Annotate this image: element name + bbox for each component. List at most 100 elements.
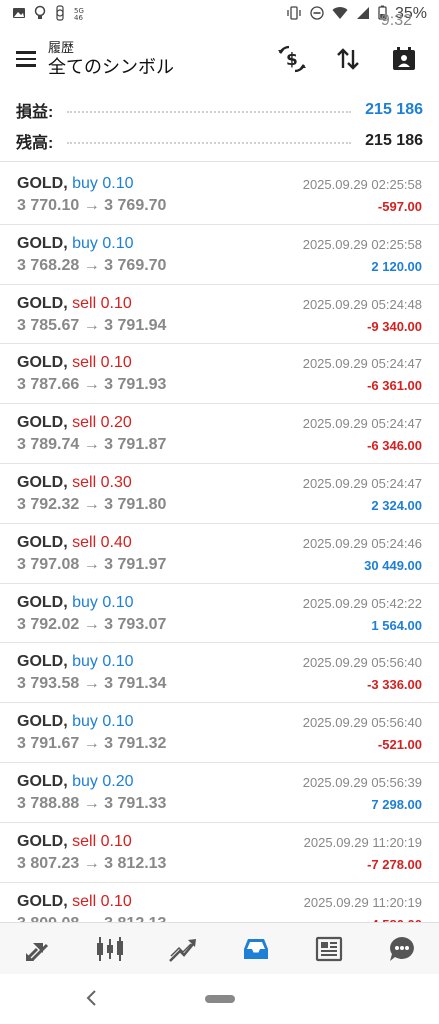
profit-value: 215 186: [365, 100, 423, 118]
news-tab[interactable]: [304, 927, 354, 971]
trade-symbol: GOLD,: [17, 593, 68, 611]
trade-row[interactable]: GOLD, sell 0.10 3 787.66 → 3 791.93 2025.0…: [0, 344, 439, 405]
trade-profit: -521.00: [377, 737, 422, 753]
profit-row: 損益: 215 186: [0, 94, 439, 125]
trade-row[interactable]: GOLD, sell 0.40 3 797.08 → 3 791.97 2025.0…: [0, 524, 439, 584]
status-icons-left: 5G 46: [12, 4, 88, 24]
trade-volume: 0.10: [102, 234, 134, 252]
trade-time: 2025.09.29 05:24:47: [302, 475, 422, 491]
back-button[interactable]: [80, 986, 104, 1010]
image-icon: [12, 6, 26, 23]
trade-side: sell: [72, 832, 97, 850]
bulb-icon: [34, 5, 46, 24]
trade-time: 2025.09.29 05:42:22: [302, 595, 422, 611]
chat-tab[interactable]: [377, 927, 427, 971]
trade-row[interactable]: GOLD, buy 0.10 3 770.10 → 3 769.70 2025.09…: [0, 165, 439, 225]
5g-icon: 5G 46: [74, 5, 88, 24]
trade-side: sell: [72, 354, 97, 372]
trade-time: 2025.09.29 11:20:19: [303, 894, 422, 910]
trade-prices: 3 809.08 → 3 812.13: [17, 915, 422, 922]
history-tab[interactable]: [231, 927, 281, 971]
trade-row[interactable]: GOLD, sell 0.10 3 807.23 → 3 812.13 2025.0…: [0, 823, 439, 883]
newspaper-icon: [316, 936, 343, 961]
trade-profit: -9 340.00: [367, 318, 422, 334]
trade-row[interactable]: GOLD, buy 0.10 3 792.02 → 3 793.07 2025.09…: [0, 584, 439, 644]
trade-side: sell: [72, 473, 97, 491]
trade-symbol: GOLD,: [17, 294, 68, 312]
trade-row[interactable]: GOLD, buy 0.10 3 793.58 → 3 791.34 2025.09…: [0, 643, 439, 704]
svg-text:46: 46: [74, 14, 83, 21]
trade-profit: -7 278.00: [367, 856, 422, 872]
currency-exchange-icon: $: [278, 45, 306, 73]
trade-row[interactable]: GOLD, sell 0.10 3 785.67 → 3 791.94 2025.0…: [0, 285, 439, 345]
calendar-button[interactable]: [379, 37, 429, 81]
bottom-nav: [0, 922, 439, 974]
trade-time: 2025.09.29 11:20:19: [303, 834, 422, 850]
inbox-icon: [244, 938, 269, 959]
trade-symbol: GOLD,: [17, 533, 68, 551]
trade-history-list[interactable]: GOLD, buy 0.10 3 770.10 → 3 769.70 2025.09…: [0, 165, 439, 922]
trade-side: buy: [72, 713, 98, 731]
trade-tab[interactable]: [158, 927, 208, 971]
quotes-tab[interactable]: [12, 927, 62, 971]
trade-prices: 3 792.02 → 3 793.07: [17, 615, 167, 633]
trade-prices: 3 807.23 → 3 812.13: [17, 854, 167, 872]
trade-symbol: GOLD,: [17, 713, 68, 731]
page-subtitle: 履歴: [48, 40, 75, 55]
chat-icon: [390, 936, 415, 961]
home-button[interactable]: [204, 995, 235, 1003]
trade-side: buy: [72, 234, 98, 252]
balance-label: 残高:: [16, 134, 54, 152]
chart-tab[interactable]: [85, 927, 135, 971]
calendar-icon: [393, 47, 415, 70]
status-bar: 9:32 5G 46 35%: [0, 0, 439, 29]
trade-row[interactable]: GOLD, buy 0.10 3 791.67 → 3 791.32 2025.09…: [0, 703, 439, 763]
trade-side: buy: [72, 175, 98, 192]
trade-row[interactable]: GOLD, sell 0.20 3 789.74 → 3 791.87 2025.0…: [0, 404, 439, 464]
trade-symbol: GOLD,: [17, 892, 68, 910]
trade-prices: 3 788.88 → 3 791.33: [17, 794, 167, 812]
dnd-icon: [310, 5, 324, 23]
dotted-leader: [67, 110, 352, 113]
trade-profit: 30 449.00: [364, 557, 422, 573]
page-title[interactable]: 全てのシンボル: [48, 56, 174, 78]
trade-row[interactable]: GOLD, sell 0.30 3 792.32 → 3 791.80 2025.0…: [0, 464, 439, 524]
trade-prices: 3 770.10 → 3 769.70: [17, 197, 167, 214]
trade-row[interactable]: GOLD, sell 0.10 3 809.08 → 3 812.13 2025.0…: [0, 883, 439, 922]
trade-time: 2025.09.29 05:56:39: [302, 774, 422, 790]
account-summary: 損益: 215 186 残高: 215 186: [0, 94, 439, 162]
trade-time: 2025.09.29 02:25:58: [302, 236, 422, 252]
sort-button[interactable]: [323, 37, 373, 81]
chevron-left-icon: [86, 990, 96, 1006]
trade-symbol: GOLD,: [17, 354, 68, 372]
trade-prices: 3 768.28 → 3 769.70: [17, 256, 167, 274]
trade-side: sell: [72, 533, 97, 551]
trade-row[interactable]: GOLD, buy 0.20 3 788.88 → 3 791.33 2025.09…: [0, 763, 439, 823]
trade-prices: 3 787.66 → 3 791.93: [17, 376, 167, 394]
hamburger-icon: [16, 51, 36, 54]
trade-time: 2025.09.29 05:24:48: [302, 296, 422, 312]
trade-side: sell: [72, 892, 97, 910]
menu-button[interactable]: [4, 37, 48, 81]
signal-icon: [356, 6, 370, 23]
sort-icon: [337, 48, 359, 70]
trade-row[interactable]: GOLD, buy 0.10 3 768.28 → 3 769.70 2025.09…: [0, 225, 439, 285]
trade-prices: 3 793.58 → 3 791.34: [17, 675, 167, 693]
trade-prices: 3 792.32 → 3 791.80: [17, 495, 167, 513]
arrows-updown-icon: [25, 942, 48, 961]
dotted-leader: [67, 141, 352, 144]
trade-side: buy: [72, 653, 98, 671]
trade-time: 2025.09.29 05:24:47: [302, 356, 422, 372]
trade-prices: 3 785.67 → 3 791.94: [17, 316, 167, 334]
trade-symbol: GOLD,: [17, 832, 68, 850]
trade-prices: 3 791.67 → 3 791.32: [17, 735, 167, 753]
balance-row: 残高: 215 186: [0, 125, 439, 156]
trade-symbol: GOLD,: [17, 414, 68, 432]
trade-side: sell: [72, 294, 97, 312]
trade-volume: 0.20: [100, 414, 132, 432]
trade-volume: 0.10: [100, 354, 132, 372]
trade-time: 2025.09.29 02:25:58: [302, 177, 422, 192]
currency-exchange-button[interactable]: $: [267, 37, 317, 81]
profit-label: 損益:: [16, 103, 54, 121]
trade-profit: 1 564.00: [371, 617, 422, 633]
